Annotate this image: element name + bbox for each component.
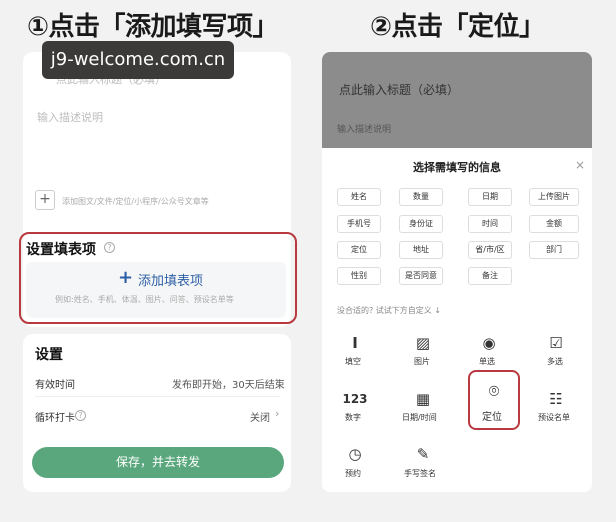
save-and-share-button[interactable]: 保存，并去转发 — [32, 447, 284, 478]
chip-gender[interactable]: 性别 — [337, 267, 381, 285]
image-icon[interactable]: ▨ — [414, 334, 432, 352]
checkbox-icon[interactable]: ☑ — [547, 334, 565, 352]
calendar-icon[interactable]: ▦ — [414, 390, 432, 408]
setting-valid-time-value[interactable]: 发布即开始，30天后结束 — [172, 376, 285, 391]
divider — [35, 396, 280, 397]
type-label: 数字 — [345, 413, 361, 422]
chip-id-card[interactable]: 身份证 — [399, 215, 443, 233]
setting-valid-time-label: 有效时间 — [35, 380, 75, 391]
chip-quantity[interactable]: 数量 — [399, 188, 443, 206]
description-input[interactable]: 输入描述说明 — [37, 109, 103, 125]
list-icon[interactable]: ☷ — [547, 390, 565, 408]
type-label: 多选 — [547, 357, 563, 366]
chevron-right-icon: › — [275, 407, 280, 420]
attach-plus-icon[interactable]: + — [35, 190, 55, 210]
chip-upload-image[interactable]: 上传图片 — [529, 188, 579, 206]
chip-address[interactable]: 地址 — [399, 241, 443, 259]
close-icon[interactable]: × — [575, 158, 585, 172]
chip-amount[interactable]: 金额 — [529, 215, 579, 233]
chip-agree[interactable]: 是否同意 — [399, 267, 443, 285]
highlight-box-location — [468, 370, 520, 430]
type-label: 预约 — [345, 469, 361, 478]
chip-location[interactable]: 定位 — [337, 241, 381, 259]
type-label: 填空 — [345, 357, 361, 366]
title-input: 点此输入标题（必填） — [339, 83, 460, 97]
chip-department[interactable]: 部门 — [529, 241, 579, 259]
chip-province-city[interactable]: 省/市/区 — [468, 241, 512, 259]
setting-loop-checkin-value[interactable]: 关闭 — [250, 409, 270, 424]
type-label: 单选 — [479, 357, 495, 366]
custom-hint: 没合适的? 试试下方自定义 ↓ — [337, 306, 442, 315]
setting-loop-checkin-label: 循环打卡 — [35, 413, 75, 424]
chip-date[interactable]: 日期 — [468, 188, 512, 206]
sheet-title: 选择需填写的信息 — [413, 161, 501, 174]
booking-icon[interactable]: ◷ — [346, 445, 364, 463]
chip-name[interactable]: 姓名 — [337, 188, 381, 206]
type-label: 图片 — [414, 357, 430, 366]
step-1-title: ①点击「添加填写项」 — [27, 12, 279, 42]
description-input: 输入描述说明 — [337, 125, 392, 135]
type-label: 手写签名 — [404, 469, 436, 478]
watermark: j9-welcome.com.cn — [42, 41, 234, 79]
chevron-right-icon: › — [275, 374, 280, 387]
step-2-title: ②点击「定位」 — [370, 12, 545, 42]
settings-title: 设置 — [35, 347, 63, 363]
chip-time[interactable]: 时间 — [468, 215, 512, 233]
right-phone-screen: 点此输入标题（必填） 输入描述说明 选择需填写的信息 × 姓名 数量 日期 上传… — [322, 52, 592, 492]
help-icon[interactable]: ? — [75, 410, 86, 421]
number-icon[interactable]: 123 — [339, 390, 371, 408]
highlight-box-add-field — [19, 232, 297, 324]
text-icon[interactable]: Ⅰ — [346, 334, 364, 352]
signature-icon[interactable]: ✎ — [414, 445, 432, 463]
chip-phone[interactable]: 手机号 — [337, 215, 381, 233]
type-label: 预设名单 — [538, 413, 570, 422]
chip-remark[interactable]: 备注 — [468, 267, 512, 285]
type-label: 日期/时间 — [402, 413, 437, 422]
attach-hint: 添加图文/文件/定位/小程序/公众号文章等 — [62, 197, 209, 206]
radio-icon[interactable]: ◉ — [480, 334, 498, 352]
